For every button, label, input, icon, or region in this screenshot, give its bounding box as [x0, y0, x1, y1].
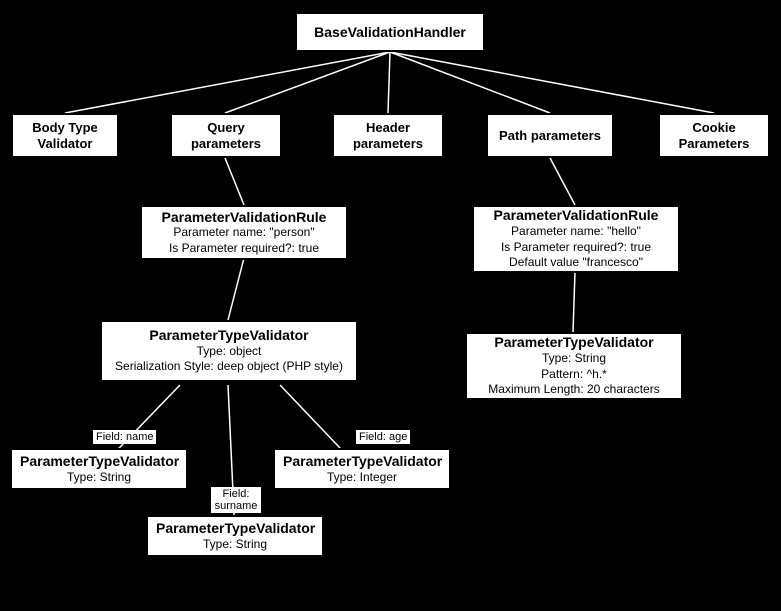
node-title: ParameterValidationRule	[482, 207, 670, 224]
node-tv-name: ParameterTypeValidator Type: String	[10, 448, 188, 490]
node-base-validation-handler: BaseValidationHandler	[295, 12, 485, 52]
node-cookie-parameters: Cookie Parameters	[658, 113, 770, 158]
node-attr: Is Parameter required?: true	[150, 241, 338, 257]
label-line: Parameters	[668, 136, 760, 152]
node-attr: Type: Integer	[283, 470, 441, 486]
label-line: Cookie	[668, 120, 760, 136]
node-title: ParameterTypeValidator	[475, 334, 673, 351]
edge-label-field-age: Field: age	[356, 430, 410, 444]
node-path-parameters: Path parameters	[486, 113, 614, 158]
node-tv-object: ParameterTypeValidator Type: object Seri…	[100, 320, 358, 382]
label-line: Field:	[214, 488, 258, 500]
node-attr: Type: String	[475, 351, 673, 367]
node-tv-age: ParameterTypeValidator Type: Integer	[273, 448, 451, 490]
node-attr: Type: String	[20, 470, 178, 486]
node-attr: Parameter name: "person"	[150, 225, 338, 241]
node-title: BaseValidationHandler	[305, 24, 475, 41]
node-title: ParameterValidationRule	[150, 209, 338, 226]
node-rule-hello: ParameterValidationRule Parameter name: …	[472, 205, 680, 273]
label-line: Validator	[21, 136, 109, 152]
edge-label-field-surname: Field: surname	[211, 487, 261, 513]
node-attr: Parameter name: "hello"	[482, 224, 670, 240]
node-attr: Type: String	[156, 537, 314, 553]
label-line: Header	[342, 120, 434, 136]
node-attr: Serialization Style: deep object (PHP st…	[110, 359, 348, 375]
node-tv-surname: ParameterTypeValidator Type: String	[146, 515, 324, 557]
label-line: Path parameters	[496, 128, 604, 144]
edge-label-field-name: Field: name	[93, 430, 156, 444]
node-attr: Is Parameter required?: true	[482, 240, 670, 256]
label-line: surname	[214, 500, 258, 512]
node-tv-string: ParameterTypeValidator Type: String Patt…	[465, 332, 683, 400]
node-attr: Default value "francesco"	[482, 255, 670, 271]
label-line: Query	[180, 120, 272, 136]
node-title: ParameterTypeValidator	[20, 453, 178, 470]
node-title: ParameterTypeValidator	[283, 453, 441, 470]
node-rule-person: ParameterValidationRule Parameter name: …	[140, 205, 348, 260]
label-line: Body Type	[21, 120, 109, 136]
node-query-parameters: Query parameters	[170, 113, 282, 158]
node-attr: Pattern: ^h.*	[475, 367, 673, 383]
node-header-parameters: Header parameters	[332, 113, 444, 158]
label-line: parameters	[180, 136, 272, 152]
node-attr: Maximum Length: 20 characters	[475, 382, 673, 398]
node-attr: Type: object	[110, 344, 348, 360]
label-line: parameters	[342, 136, 434, 152]
node-title: ParameterTypeValidator	[110, 327, 348, 344]
node-title: ParameterTypeValidator	[156, 520, 314, 537]
node-body-type-validator: Body Type Validator	[11, 113, 119, 158]
